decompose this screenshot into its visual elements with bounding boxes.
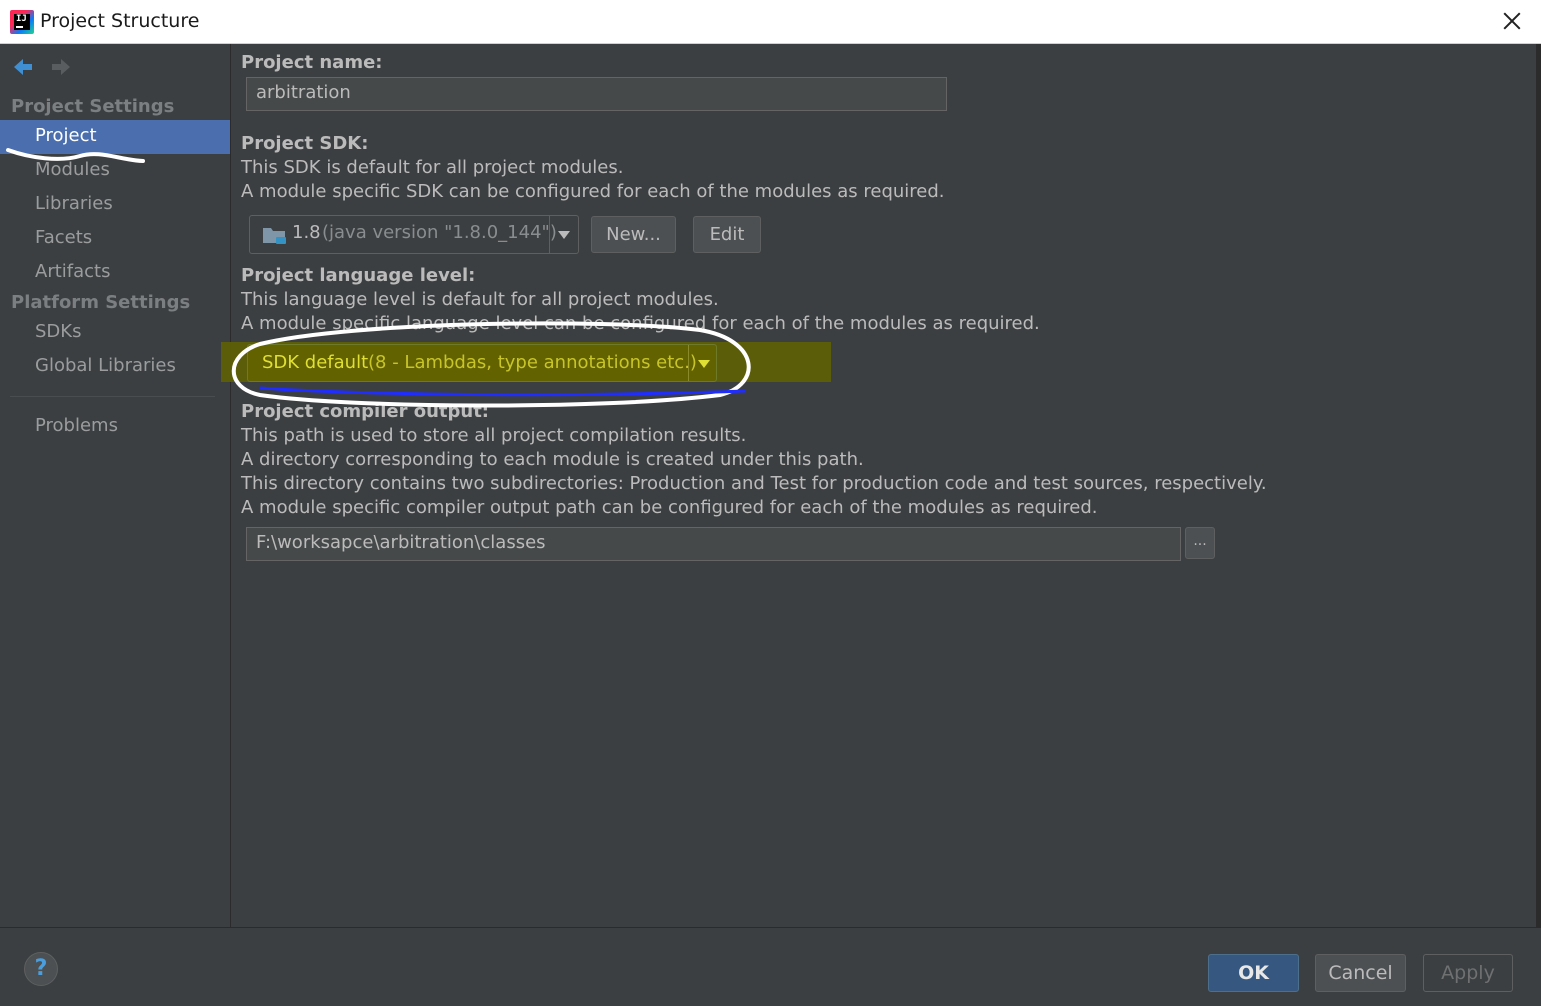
close-icon[interactable] — [1497, 6, 1527, 36]
sidebar-item-modules[interactable]: Modules — [35, 159, 110, 180]
language-level-label: Project language level: — [241, 265, 476, 286]
project-sdk-label: Project SDK: — [241, 133, 369, 154]
project-name-input[interactable]: arbitration — [246, 77, 947, 111]
window-edge — [1536, 44, 1541, 1005]
sidebar-item-libraries[interactable]: Libraries — [35, 193, 113, 214]
sidebar-item-sdks[interactable]: SDKs — [35, 321, 81, 342]
cancel-button[interactable]: Cancel — [1315, 954, 1406, 992]
dropdown-arrow-icon[interactable] — [698, 360, 710, 368]
compiler-output-desc-4: A module specific compiler output path c… — [241, 497, 1098, 518]
window-title: Project Structure — [40, 10, 200, 32]
edit-sdk-button[interactable]: Edit — [693, 216, 761, 253]
sdk-version: (java version "1.8.0_144") — [322, 222, 557, 243]
compiler-output-desc-1: This path is used to store all project c… — [241, 425, 747, 446]
compiler-output-path-input[interactable]: F:\worksapce\arbitration\classes — [246, 527, 1181, 561]
help-icon[interactable]: ? — [24, 952, 58, 986]
dialog-footer — [0, 927, 1541, 1006]
sidebar-item-global-libraries[interactable]: Global Libraries — [35, 355, 176, 376]
combo-divider — [688, 345, 689, 381]
dropdown-arrow-icon[interactable] — [558, 231, 570, 239]
folder-icon — [263, 228, 286, 244]
language-level-desc-2: A module specific language level can be … — [241, 313, 1040, 334]
language-level-desc-1: This language level is default for all p… — [241, 289, 719, 310]
project-sdk-desc-2: A module specific SDK can be configured … — [241, 181, 945, 202]
combo-divider — [549, 216, 550, 253]
project-sdk-desc-1: This SDK is default for all project modu… — [241, 157, 624, 178]
platform-settings-header: Platform Settings — [11, 292, 191, 313]
app-logo-icon: IJ — [10, 10, 34, 34]
ok-button[interactable]: OK — [1208, 954, 1299, 992]
title-bar: IJ Project Structure — [0, 0, 1541, 44]
browse-button[interactable]: ... — [1185, 527, 1215, 559]
language-level-detail: (8 - Lambdas, type annotations etc.) — [368, 352, 697, 373]
compiler-output-desc-2: A directory corresponding to each module… — [241, 449, 864, 470]
sidebar-item-problems[interactable]: Problems — [35, 415, 118, 436]
sidebar-item-facets[interactable]: Facets — [35, 227, 92, 248]
apply-button[interactable]: Apply — [1423, 954, 1513, 992]
sidebar-item-artifacts[interactable]: Artifacts — [35, 261, 110, 282]
forward-arrow-icon[interactable] — [50, 58, 72, 76]
language-level-value: SDK default — [262, 352, 369, 373]
sidebar-item-project[interactable]: Project — [35, 125, 97, 146]
back-arrow-icon[interactable] — [12, 58, 34, 76]
sidebar-divider — [10, 396, 215, 397]
language-level-combo[interactable]: SDK default (8 - Lambdas, type annotatio… — [247, 344, 717, 382]
project-sdk-combo[interactable]: 1.8 (java version "1.8.0_144") — [249, 215, 579, 254]
compiler-output-desc-3: This directory contains two subdirectori… — [241, 473, 1267, 494]
project-settings-header: Project Settings — [11, 96, 175, 117]
sdk-name: 1.8 — [292, 222, 321, 243]
compiler-output-label: Project compiler output: — [241, 401, 490, 422]
new-sdk-button[interactable]: New... — [591, 216, 676, 253]
project-name-label: Project name: — [241, 52, 383, 73]
